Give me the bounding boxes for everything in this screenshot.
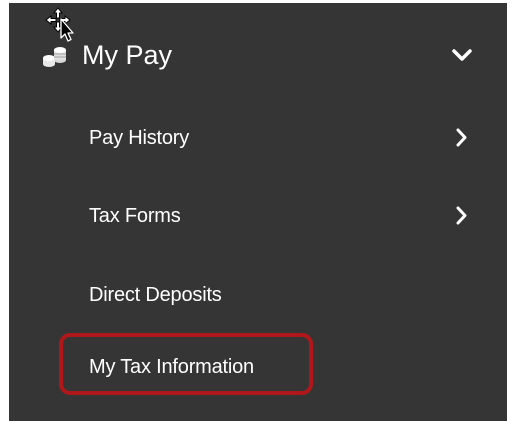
tax-forms-label: Tax Forms (89, 205, 181, 227)
chevron-right-icon (456, 206, 467, 225)
my-pay-menu-header[interactable]: My Pay (9, 25, 507, 85)
menu-item-tax-forms[interactable]: Tax Forms (9, 187, 507, 243)
menu-item-direct-deposits[interactable]: Direct Deposits (9, 266, 507, 322)
menu-item-pay-history[interactable]: Pay History (9, 109, 507, 165)
pay-history-label: Pay History (89, 127, 190, 149)
my-pay-label: My Pay (82, 40, 173, 70)
move-cursor-icon (45, 7, 74, 42)
coins-icon (43, 47, 66, 67)
direct-deposits-label: Direct Deposits (89, 284, 222, 306)
chevron-right-icon (456, 128, 467, 147)
chevron-down-icon[interactable] (452, 48, 472, 62)
highlight-outline (59, 333, 313, 395)
